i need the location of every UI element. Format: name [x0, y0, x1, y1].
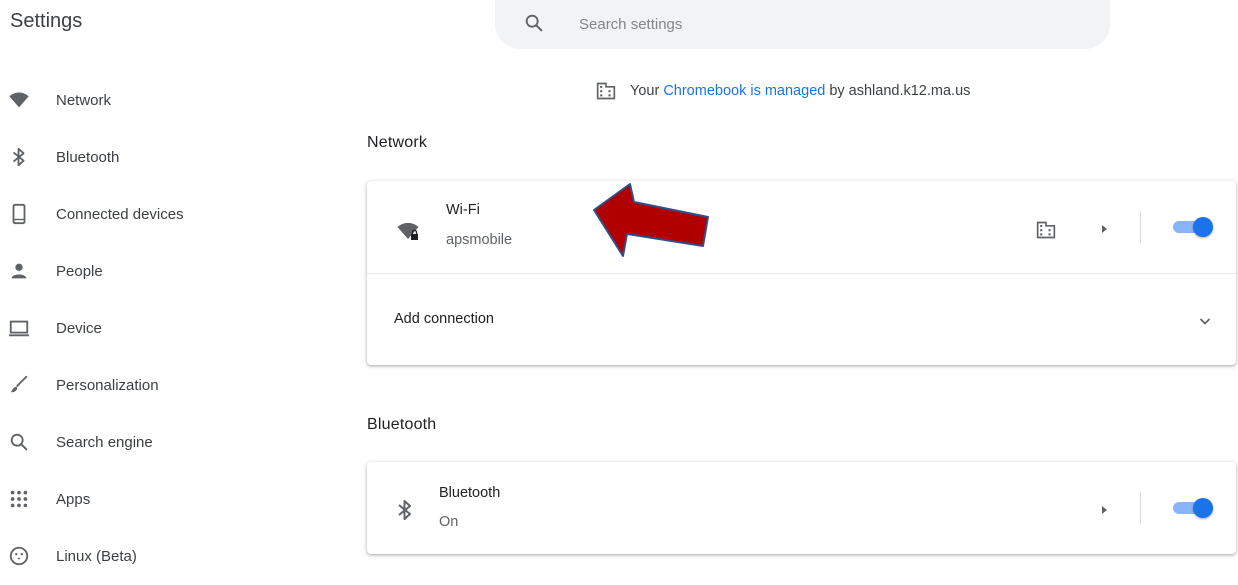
add-connection-row[interactable]: Add connection [367, 273, 1236, 365]
page-title: Settings [10, 10, 83, 32]
sidebar-item-label: Bluetooth [56, 149, 120, 166]
red-arrow-icon [593, 183, 709, 257]
sidebar-item-label: Device [56, 320, 102, 337]
wifi-icon [9, 92, 29, 108]
bluetooth-section-title: Bluetooth [367, 416, 437, 433]
bluetooth-toggle[interactable] [1169, 497, 1217, 519]
bluetooth-subpage-arrow-icon[interactable] [1098, 504, 1110, 516]
wifi-toggle[interactable] [1169, 216, 1217, 238]
bluetooth-icon [398, 500, 411, 520]
wifi-row[interactable]: Wi-Fi apsmobile [367, 181, 1236, 273]
network-card: Wi-Fi apsmobile Add connection [367, 181, 1236, 365]
wifi-lock-icon [397, 222, 419, 240]
sidebar-item-network[interactable]: Network [0, 72, 330, 129]
sidebar-item-label: Search engine [56, 434, 153, 451]
managed-notice: Your Chromebook is managed by ashland.k1… [596, 80, 970, 102]
penguin-icon [9, 546, 29, 566]
apps-grid-icon [10, 490, 28, 508]
search-icon [10, 433, 28, 451]
managed-link[interactable]: Chromebook is managed [663, 83, 825, 99]
add-connection-label: Add connection [394, 311, 494, 327]
phone-icon [12, 203, 26, 225]
bluetooth-card: Bluetooth On [367, 462, 1236, 554]
enterprise-icon [1036, 221, 1056, 239]
managed-prefix: Your [630, 83, 660, 99]
network-section-title: Network [367, 134, 428, 151]
bluetooth-status: On [439, 514, 459, 530]
search-icon [525, 14, 543, 32]
wifi-ssid: apsmobile [446, 232, 513, 248]
row-divider [1140, 492, 1141, 524]
brush-icon [10, 375, 28, 393]
bluetooth-name: Bluetooth [439, 485, 501, 501]
sidebar-item-label: Network [56, 92, 112, 109]
row-divider [1140, 211, 1141, 243]
chevron-down-icon[interactable] [1197, 313, 1213, 329]
bluetooth-row[interactable]: Bluetooth On [367, 462, 1236, 554]
sidebar-item-linux[interactable]: Linux (Beta) [0, 528, 330, 585]
sidebar-item-label: Personalization [56, 377, 159, 394]
sidebar-item-apps[interactable]: Apps [0, 471, 330, 528]
laptop-icon [8, 320, 30, 337]
sidebar-item-label: Linux (Beta) [56, 548, 137, 565]
sidebar-item-connected-devices[interactable]: Connected devices [0, 186, 330, 243]
bluetooth-icon [12, 147, 25, 167]
toggle-knob [1193, 217, 1213, 237]
person-icon [11, 263, 27, 279]
sidebar-item-label: Connected devices [56, 206, 184, 223]
sidebar-item-device[interactable]: Device [0, 300, 330, 357]
wifi-subpage-arrow-icon[interactable] [1098, 223, 1110, 235]
sidebar-item-personalization[interactable]: Personalization [0, 357, 330, 414]
toggle-knob [1193, 498, 1213, 518]
wifi-name: Wi-Fi [446, 202, 480, 218]
managed-suffix: by ashland.k12.ma.us [829, 83, 971, 99]
building-icon [596, 82, 616, 100]
search-input[interactable] [577, 10, 1061, 38]
sidebar-item-people[interactable]: People [0, 243, 330, 300]
search-bar[interactable] [495, 0, 1110, 49]
sidebar-item-bluetooth[interactable]: Bluetooth [0, 129, 330, 186]
sidebar-item-label: Apps [56, 491, 91, 508]
sidebar: Network Bluetooth Connected devices Peop… [0, 72, 330, 585]
sidebar-item-search-engine[interactable]: Search engine [0, 414, 330, 471]
sidebar-item-label: People [56, 263, 103, 280]
